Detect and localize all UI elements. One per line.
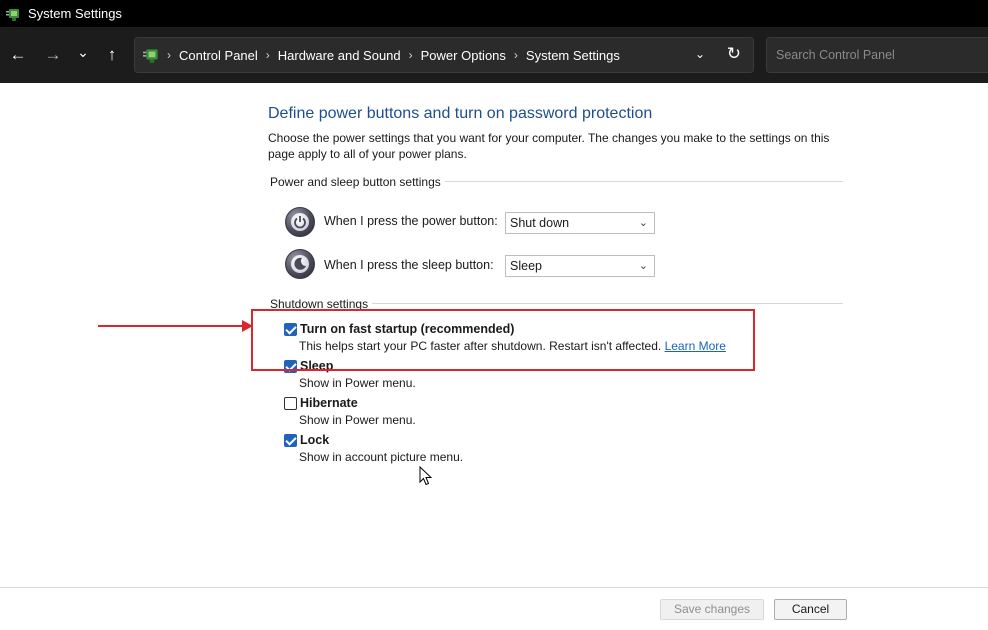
sleep-option-description: Show in Power menu. bbox=[299, 376, 416, 390]
back-arrow-icon[interactable]: ← bbox=[7, 44, 29, 66]
lock-checkbox[interactable] bbox=[284, 434, 297, 447]
power-button-icon bbox=[285, 207, 315, 237]
annotation-arrow-head bbox=[242, 320, 253, 332]
breadcrumb-separator[interactable]: › bbox=[409, 48, 413, 62]
annotation-arrow bbox=[98, 325, 244, 327]
title-bar: System Settings bbox=[0, 0, 988, 27]
power-button-select[interactable]: Shut down ⌄ bbox=[505, 212, 655, 234]
breadcrumb-power-options[interactable]: Power Options bbox=[421, 48, 506, 63]
up-arrow-icon[interactable]: ↑ bbox=[101, 44, 123, 66]
breadcrumb-separator[interactable]: › bbox=[266, 48, 270, 62]
recent-locations-chevron-icon[interactable]: ⌄ bbox=[72, 41, 94, 63]
forward-arrow-icon[interactable]: → bbox=[42, 44, 64, 66]
chevron-down-icon: ⌄ bbox=[638, 217, 648, 229]
main-content: Define power buttons and turn on passwor… bbox=[0, 83, 988, 587]
breadcrumb-system-settings[interactable]: System Settings bbox=[526, 48, 620, 63]
power-group-title: Power and sleep button settings bbox=[270, 175, 445, 189]
breadcrumb-control-panel[interactable]: Control Panel bbox=[179, 48, 258, 63]
power-button-selected-value: Shut down bbox=[510, 216, 570, 230]
control-panel-icon bbox=[6, 6, 22, 22]
annotation-highlight-box bbox=[251, 309, 755, 371]
sleep-button-selected-value: Sleep bbox=[510, 259, 542, 273]
mouse-cursor-icon bbox=[419, 466, 433, 486]
hibernate-option-label: Hibernate bbox=[300, 396, 358, 410]
lock-option-label: Lock bbox=[300, 433, 330, 447]
breadcrumb-separator[interactable]: › bbox=[514, 48, 518, 62]
window-title: System Settings bbox=[28, 6, 122, 21]
cancel-button[interactable]: Cancel bbox=[774, 599, 847, 620]
sleep-button-icon bbox=[285, 249, 315, 279]
refresh-icon[interactable]: ↻ bbox=[727, 44, 741, 64]
page-description: Choose the power settings that you want … bbox=[268, 131, 830, 161]
control-panel-icon bbox=[143, 46, 161, 64]
address-dropdown-chevron-icon[interactable]: ⌄ bbox=[695, 47, 705, 61]
lock-option-description: Show in account picture menu. bbox=[299, 450, 464, 464]
address-bar[interactable]: › Control Panel › Hardware and Sound › P… bbox=[134, 37, 754, 73]
sleep-button-select[interactable]: Sleep ⌄ bbox=[505, 255, 655, 277]
search-input[interactable]: Search Control Panel bbox=[766, 37, 988, 73]
breadcrumb-separator: › bbox=[167, 48, 171, 62]
button-bar: Save changes Cancel bbox=[0, 587, 988, 630]
chevron-down-icon: ⌄ bbox=[638, 260, 648, 272]
power-button-label: When I press the power button: bbox=[324, 214, 498, 228]
navigation-bar: ← → ⌄ ↑ › Control Panel › Hardware and S… bbox=[0, 27, 988, 83]
sleep-button-label: When I press the sleep button: bbox=[324, 258, 494, 272]
hibernate-checkbox[interactable] bbox=[284, 397, 297, 410]
search-placeholder: Search Control Panel bbox=[776, 48, 895, 62]
save-changes-button[interactable]: Save changes bbox=[660, 599, 764, 620]
page-title: Define power buttons and turn on passwor… bbox=[268, 105, 653, 122]
hibernate-option-description: Show in Power menu. bbox=[299, 413, 416, 427]
breadcrumb-hardware-and-sound[interactable]: Hardware and Sound bbox=[278, 48, 401, 63]
